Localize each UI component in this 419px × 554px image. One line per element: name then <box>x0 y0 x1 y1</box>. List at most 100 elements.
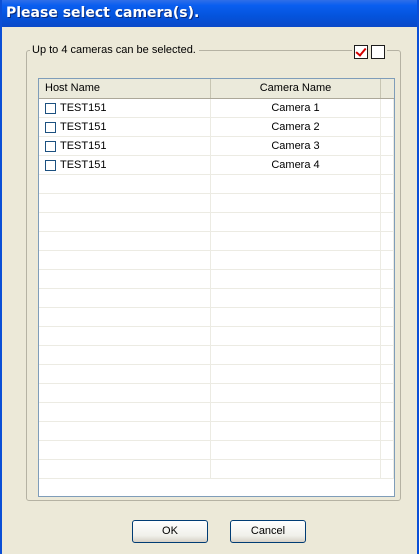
camera-name-cell: Camera 4 <box>211 156 381 174</box>
camera-name-cell <box>211 175 381 193</box>
cancel-button[interactable]: Cancel <box>230 520 306 543</box>
camera-name-cell <box>211 403 381 421</box>
empty-row <box>39 346 394 365</box>
filler-cell <box>381 232 394 250</box>
host-name-cell: TEST151 <box>39 118 211 136</box>
filler-cell <box>381 99 394 117</box>
camera-name-cell <box>211 232 381 250</box>
empty-row <box>39 289 394 308</box>
filler-cell <box>381 213 394 231</box>
filler-cell <box>381 422 394 440</box>
host-name-cell <box>39 194 211 212</box>
filler-cell <box>381 118 394 136</box>
filler-cell <box>381 156 394 174</box>
camera-list[interactable]: Host Name Camera Name TEST151 Camera 1 TES… <box>38 78 395 497</box>
uncheck-all-icon[interactable] <box>368 45 385 62</box>
empty-row <box>39 270 394 289</box>
camera-name-cell: Camera 1 <box>211 99 381 117</box>
host-name-cell <box>39 403 211 421</box>
filler-cell <box>381 441 394 459</box>
ok-button[interactable]: OK <box>132 520 208 543</box>
host-name-cell <box>39 289 211 307</box>
filler-cell <box>381 403 394 421</box>
camera-checkbox[interactable] <box>45 140 56 152</box>
empty-row <box>39 175 394 194</box>
table-row[interactable]: TEST151 Camera 3 <box>39 137 394 156</box>
host-name-cell <box>39 308 211 326</box>
host-name-cell <box>39 270 211 288</box>
table-row[interactable]: TEST151 Camera 4 <box>39 156 394 175</box>
empty-row <box>39 365 394 384</box>
camera-name-cell <box>211 289 381 307</box>
filler-cell <box>381 137 394 155</box>
camera-name-cell <box>211 308 381 326</box>
camera-name-cell <box>211 213 381 231</box>
host-name-cell <box>39 175 211 193</box>
host-name-text: TEST151 <box>60 102 107 114</box>
host-name-cell: TEST151 <box>39 137 211 155</box>
list-header: Host Name Camera Name <box>39 79 394 99</box>
filler-cell <box>381 308 394 326</box>
host-name-cell <box>39 346 211 364</box>
camera-checkbox[interactable] <box>45 159 56 171</box>
host-name-cell <box>39 422 211 440</box>
camera-name-cell <box>211 194 381 212</box>
column-header-host-name[interactable]: Host Name <box>39 79 211 98</box>
camera-name-cell <box>211 422 381 440</box>
host-name-cell <box>39 327 211 345</box>
check-all-icon[interactable] <box>351 45 368 62</box>
camera-name-cell <box>211 346 381 364</box>
camera-checkbox[interactable] <box>45 121 56 133</box>
camera-name-cell <box>211 384 381 402</box>
camera-name-cell <box>211 327 381 345</box>
group-legend: Up to 4 cameras can be selected. <box>30 43 199 57</box>
camera-name-cell <box>211 270 381 288</box>
filler-cell <box>381 270 394 288</box>
filler-cell <box>381 251 394 269</box>
column-header-filler <box>381 79 394 98</box>
selection-toolbar <box>351 45 387 63</box>
camera-name-cell: Camera 2 <box>211 118 381 136</box>
camera-name-cell <box>211 365 381 383</box>
host-name-cell: TEST151 <box>39 99 211 117</box>
dialog-title: Please select camera(s). <box>2 0 417 27</box>
camera-name-cell <box>211 460 381 478</box>
empty-row <box>39 251 394 270</box>
empty-row <box>39 308 394 327</box>
empty-row <box>39 327 394 346</box>
table-row[interactable]: TEST151 Camera 1 <box>39 99 394 118</box>
host-name-cell <box>39 232 211 250</box>
filler-cell <box>381 460 394 478</box>
host-name-cell <box>39 251 211 269</box>
empty-row <box>39 441 394 460</box>
filler-cell <box>381 327 394 345</box>
host-name-text: TEST151 <box>60 121 107 133</box>
filler-cell <box>381 175 394 193</box>
host-name-text: TEST151 <box>60 140 107 152</box>
table-row[interactable]: TEST151 Camera 2 <box>39 118 394 137</box>
list-body: TEST151 Camera 1 TEST151 Camera 2 TEST151 Cam… <box>39 99 394 479</box>
filler-cell <box>381 346 394 364</box>
empty-row <box>39 422 394 441</box>
camera-name-cell: Camera 3 <box>211 137 381 155</box>
camera-name-cell <box>211 441 381 459</box>
host-name-cell <box>39 384 211 402</box>
filler-cell <box>381 365 394 383</box>
filler-cell <box>381 289 394 307</box>
filler-cell <box>381 194 394 212</box>
host-name-cell <box>39 441 211 459</box>
host-name-cell <box>39 365 211 383</box>
host-name-text: TEST151 <box>60 159 107 171</box>
empty-row <box>39 384 394 403</box>
empty-row <box>39 460 394 479</box>
empty-row <box>39 403 394 422</box>
host-name-cell <box>39 460 211 478</box>
camera-name-cell <box>211 251 381 269</box>
column-header-camera-name[interactable]: Camera Name <box>211 79 381 98</box>
empty-row <box>39 232 394 251</box>
empty-row <box>39 213 394 232</box>
host-name-cell: TEST151 <box>39 156 211 174</box>
host-name-cell <box>39 213 211 231</box>
camera-checkbox[interactable] <box>45 102 56 114</box>
filler-cell <box>381 384 394 402</box>
